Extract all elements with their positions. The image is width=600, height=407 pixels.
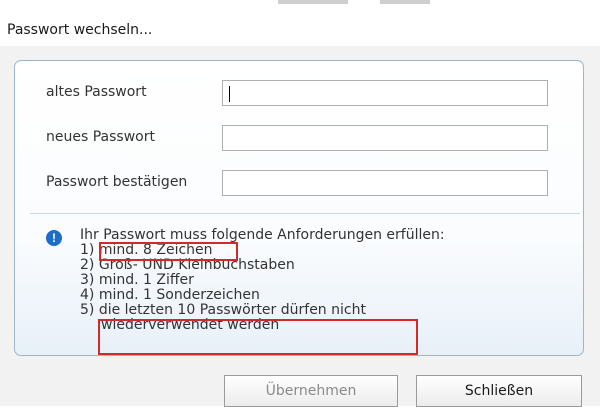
top-strip-mark: [380, 0, 430, 4]
section-divider: [30, 213, 580, 214]
old-password-field[interactable]: [222, 80, 548, 106]
info-icon: !: [46, 230, 62, 246]
requirement-item: 3) mind. 1 Ziffer: [80, 272, 194, 288]
text-caret: [229, 86, 230, 102]
old-password-label: altes Passwort: [46, 84, 147, 100]
top-strip-mark: [278, 0, 348, 4]
confirm-password-label: Passwort bestätigen: [46, 174, 188, 190]
highlight-box: [99, 242, 238, 261]
new-password-label: neues Passwort: [46, 129, 155, 145]
window-title: Passwort wechseln...: [0, 14, 600, 46]
requirement-item: 5) die letzten 10 Passwörter dürfen nich…: [80, 302, 366, 318]
close-button[interactable]: Schließen: [416, 375, 582, 407]
confirm-password-field[interactable]: [222, 170, 548, 196]
new-password-field[interactable]: [222, 125, 548, 151]
apply-button[interactable]: Übernehmen: [224, 375, 398, 407]
requirements-heading: Ihr Passwort muss folgende Anforderungen…: [80, 227, 445, 243]
highlight-box: [98, 319, 418, 355]
top-strip: [0, 0, 600, 10]
requirement-item: 4) mind. 1 Sonderzeichen: [80, 287, 260, 303]
